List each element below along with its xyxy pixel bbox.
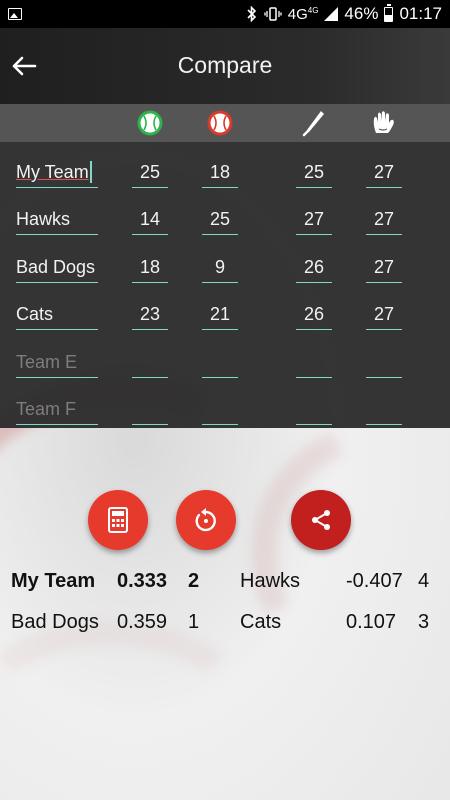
glove-value-field[interactable]: 27 [366, 199, 402, 235]
team-name-field[interactable]: Team F [16, 389, 98, 425]
column-header-row [0, 104, 450, 142]
result-score: -0.407 [346, 570, 403, 592]
reset-icon [195, 508, 216, 532]
team-row: Team E [0, 342, 450, 390]
bat-value-field[interactable] [296, 389, 332, 425]
result-rank: 2 [188, 570, 200, 592]
status-bar: 4G4G 46% 01:17 [0, 0, 450, 28]
red-value-field[interactable] [202, 342, 238, 378]
green-value-field[interactable]: 23 [132, 294, 168, 330]
team-name-field[interactable]: Hawks [16, 199, 98, 235]
team-name-field[interactable]: Cats [16, 294, 98, 330]
bat-value-field[interactable] [296, 342, 332, 378]
app-bar: Compare [0, 28, 450, 104]
share-button[interactable] [291, 490, 351, 550]
result-score: 0.107 [346, 611, 397, 633]
result-row: Bad Dogs 0.359 1 Cats 0.107 3 [0, 611, 450, 645]
green-value-field[interactable] [132, 389, 168, 425]
team-row: Hawks 14 25 27 27 [0, 199, 450, 247]
team-row: Cats 23 21 26 27 [0, 294, 450, 342]
glove-value-field[interactable]: 27 [366, 294, 402, 330]
result-score: 0.333 [117, 570, 168, 592]
bat-value-field[interactable]: 26 [296, 294, 332, 330]
bat-icon [300, 109, 328, 137]
calculate-button[interactable] [88, 490, 148, 550]
green-value-field[interactable]: 18 [132, 247, 168, 283]
glove-value-field[interactable] [366, 389, 402, 425]
bluetooth-icon [247, 6, 256, 22]
bat-value-field[interactable]: 25 [296, 152, 332, 188]
bat-value-field[interactable]: 26 [296, 247, 332, 283]
glove-value-field[interactable] [366, 342, 402, 378]
team-row: Bad Dogs 18 9 26 27 [0, 247, 450, 295]
green-value-field[interactable]: 14 [132, 199, 168, 235]
team-name-field[interactable]: My Team [16, 152, 98, 188]
team-name-field[interactable]: Team E [16, 342, 98, 378]
red-value-field[interactable]: 9 [202, 247, 238, 283]
result-team: Cats [240, 611, 282, 633]
reset-button[interactable] [176, 490, 236, 550]
vibrate-icon [264, 7, 282, 21]
network-type: 4G4G [287, 5, 319, 23]
battery-icon [384, 3, 394, 22]
result-rank: 1 [188, 611, 200, 633]
result-team: Bad Dogs [11, 611, 99, 633]
bat-value-field[interactable]: 27 [296, 199, 332, 235]
action-buttons [0, 490, 450, 550]
glove-value-field[interactable]: 27 [366, 152, 402, 188]
calculator-icon [108, 507, 128, 533]
teams-table: My Team 25 18 25 27 Hawks 14 25 27 27 Ba… [0, 142, 450, 428]
result-team: Hawks [240, 570, 301, 592]
result-score: 0.359 [117, 611, 168, 633]
green-value-field[interactable] [132, 342, 168, 378]
team-row: My Team 25 18 25 27 [0, 152, 450, 200]
page-title: Compare [177, 52, 273, 78]
glove-value-field[interactable]: 27 [366, 247, 402, 283]
result-row: My Team 0.333 2 Hawks -0.407 4 [0, 570, 450, 604]
image-notification-icon [8, 8, 22, 20]
result-team: My Team [11, 570, 96, 592]
battery-percent: 46% [344, 4, 379, 23]
result-rank: 3 [418, 611, 430, 633]
red-value-field[interactable]: 18 [202, 152, 238, 188]
red-value-field[interactable]: 21 [202, 294, 238, 330]
green-value-field[interactable]: 25 [132, 152, 168, 188]
baseball-red-icon [206, 109, 234, 137]
share-icon [312, 510, 330, 530]
clock: 01:17 [399, 4, 442, 23]
baseball-green-icon [136, 109, 164, 137]
team-name-field[interactable]: Bad Dogs [16, 247, 98, 283]
team-row: Team F [0, 389, 450, 437]
result-rank: 4 [418, 570, 430, 592]
signal-icon [324, 7, 339, 21]
red-value-field[interactable] [202, 389, 238, 425]
text-caret [89, 161, 92, 183]
glove-icon [370, 109, 398, 137]
red-value-field[interactable]: 25 [202, 199, 238, 235]
